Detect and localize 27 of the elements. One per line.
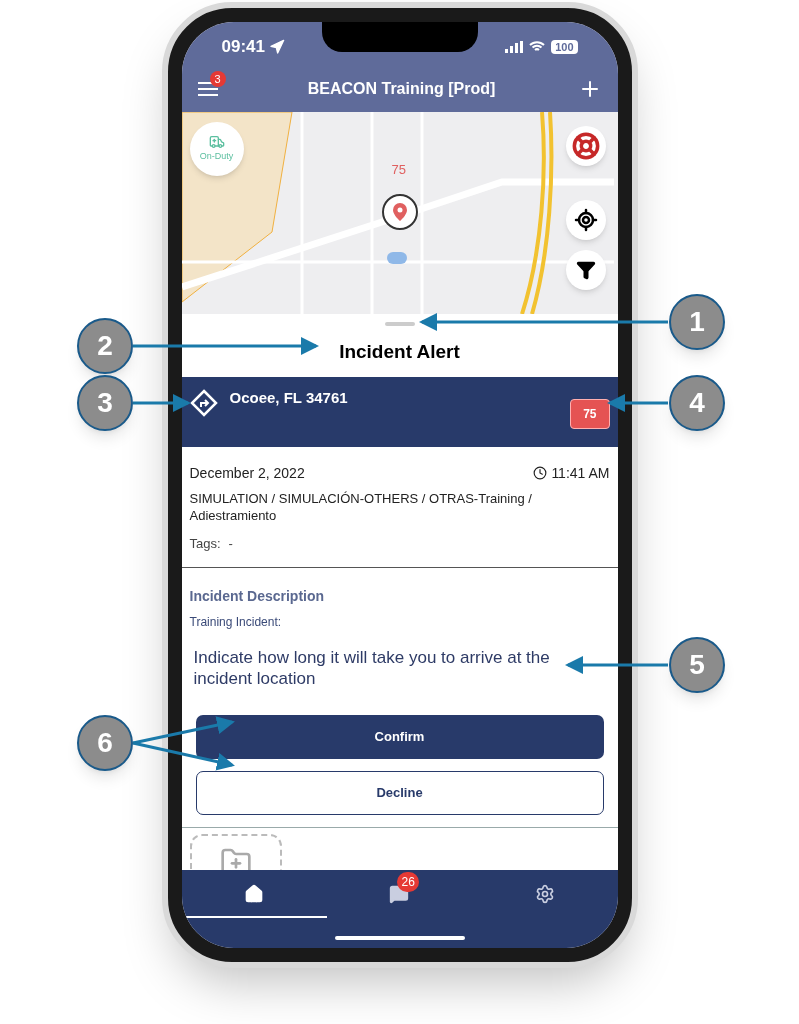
app-title: BEACON Training [Prod] bbox=[307, 79, 496, 99]
incident-time: 11:41 AM bbox=[551, 463, 610, 483]
incident-type: SIMULATION / SIMULACIÓN-OTHERS / OTRAS-Training / Adiestramiento bbox=[189, 489, 533, 524]
callout-number: 1 bbox=[669, 294, 725, 350]
callout-number: 5 bbox=[669, 637, 725, 693]
unread-count-badge: 26 bbox=[397, 872, 419, 892]
callout-number: 3 bbox=[77, 375, 133, 431]
callout-number: 6 bbox=[77, 715, 133, 771]
incident-address: Ocoee, FL 34761 bbox=[229, 388, 348, 409]
battery-level: 100 bbox=[551, 40, 578, 54]
sheet-title: Incident Alert bbox=[339, 340, 460, 364]
description-heading: Incident Description bbox=[189, 587, 326, 606]
decline-button[interactable]: Decline bbox=[195, 771, 604, 815]
clock-time: 09:41 bbox=[221, 36, 265, 59]
duty-status-label: On-Duty bbox=[199, 150, 234, 164]
notification-badge: 3 bbox=[209, 71, 226, 87]
callout-number: 2 bbox=[77, 318, 133, 374]
description-label: Training Incident: bbox=[189, 614, 283, 631]
priority-badge: 75 bbox=[570, 398, 610, 429]
confirm-button[interactable]: Confirm bbox=[195, 715, 604, 759]
tags-label: Tags: bbox=[189, 534, 221, 553]
tab-button[interactable]: 26 bbox=[326, 870, 473, 918]
incident-date: December 2, 2022 bbox=[189, 463, 305, 483]
description-prompt: Indicate how long it will take you to arrive at the incident location bbox=[192, 647, 551, 689]
callout-number: 4 bbox=[669, 375, 725, 431]
tags-value: - bbox=[228, 534, 233, 553]
marker-label: 75 bbox=[391, 161, 406, 179]
